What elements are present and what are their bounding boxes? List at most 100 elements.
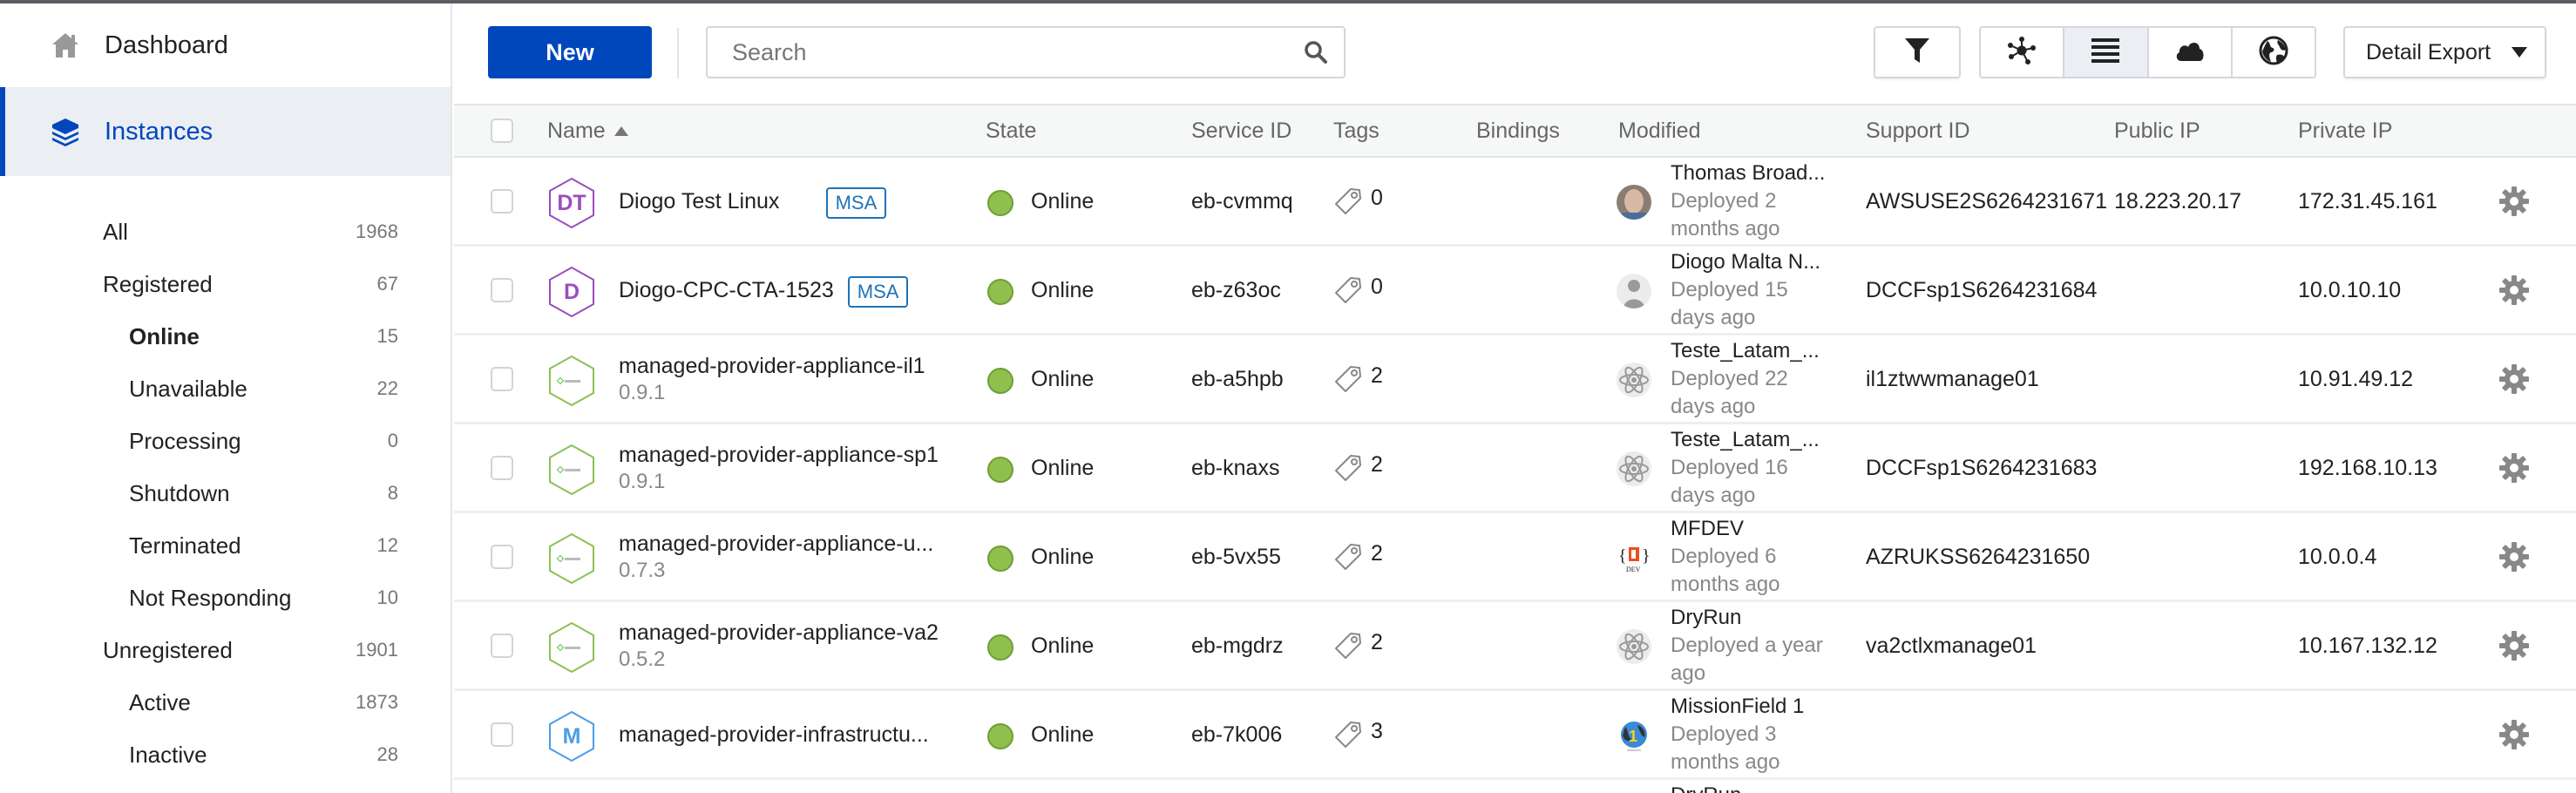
instance-name-link[interactable]: Diogo Test Linux [619,189,779,214]
instance-name-link[interactable]: managed-provider-appliance-sp1 [619,443,939,468]
row-checkbox[interactable] [491,634,513,658]
table-row[interactable]: managed-provider-appliance-il1 0.9.1 Onlin… [454,336,2576,424]
filter-all[interactable]: All 1968 [0,206,451,258]
state-label: Online [1031,277,1095,302]
instance-name-link[interactable]: managed-provider-infrastructu... [619,722,929,748]
row-checkbox[interactable] [491,278,513,302]
instance-name-link[interactable]: managed-provider-appliance-u... [619,532,933,557]
msa-badge: MSA [847,276,909,308]
tag-count[interactable]: 2 [1371,421,1383,508]
modified-by: Teste_Latam_... [1671,428,1820,451]
filter-online[interactable]: Online 15 [0,310,451,363]
column-header-private-ip[interactable]: Private IP [2298,105,2392,156]
tag-icon[interactable] [1333,720,1363,749]
column-header-state[interactable]: State [986,105,1036,156]
column-header-name-label: Name [547,118,606,143]
msa-badge: MSA [825,187,887,219]
provider-logo-icon [547,355,596,407]
modified-when: Deployed a year ago [1671,634,1823,685]
support-id: DCCFsp1S6264231684 [1866,277,2098,302]
row-checkbox[interactable] [491,189,513,214]
filter-unavailable[interactable]: Unavailable 22 [0,363,451,415]
nav-instances[interactable]: Instances [0,87,451,176]
status-online-icon [987,190,1013,216]
table-row[interactable]: Mmanaged-provider-infrastructu... Online e… [454,691,2576,780]
tag-count[interactable]: 2 [1371,599,1383,686]
new-button[interactable]: New [488,26,652,78]
row-checkbox[interactable] [491,367,513,391]
modified-cell: Teste_Latam_... Deployed 16 days ago [1671,424,1836,512]
filter-terminated[interactable]: Terminated 12 [0,519,451,572]
gear-icon[interactable] [2498,630,2530,661]
globe-icon [2259,36,2288,70]
instance-name-cell: managed-provider-appliance-va2 0.5.2 [619,602,939,689]
modified-cell: MissionField 1 Deployed 3 months ago [1671,691,1836,778]
modified-when: Deployed 22 days ago [1671,367,1788,418]
column-header-bindings[interactable]: Bindings [1476,105,1560,156]
filter-processing[interactable]: Processing 0 [0,415,451,467]
filter-registered[interactable]: Registered 67 [0,258,451,310]
column-header-public-ip[interactable]: Public IP [2114,105,2200,156]
table-row[interactable]: DT Diogo Test Linux MSA Online eb-cvmmq 0 Thom… [454,158,2576,247]
tag-icon[interactable] [1333,542,1363,572]
column-header-name[interactable]: Name [547,105,628,156]
column-header-tags[interactable]: Tags [1333,105,1380,156]
globe-view-button[interactable] [2232,28,2315,77]
gear-icon[interactable] [2498,363,2530,395]
tag-count[interactable]: 0 [1371,243,1383,330]
table-row[interactable]: D Diogo-CPC-CTA-1523 MSA Online eb-z63oc 0 Dio… [454,247,2576,336]
tag-icon[interactable] [1333,275,1363,305]
select-all-checkbox[interactable] [491,119,513,143]
instance-name-link[interactable]: managed-provider-appliance-va2 [619,620,939,646]
row-checkbox[interactable] [491,722,513,747]
filter-label: Active [129,688,191,715]
filter-shutdown[interactable]: Shutdown 8 [0,467,451,519]
row-checkbox[interactable] [491,456,513,480]
detail-export-dropdown[interactable]: Detail Export [2343,26,2546,78]
table-row[interactable]: managed-provider-appliance-va2 0.5.2 Onlin… [454,602,2576,691]
column-header-service-id[interactable]: Service ID [1191,105,1291,156]
tag-count[interactable]: 2 [1371,332,1383,419]
private-ip: 10.91.49.12 [2298,366,2414,391]
list-view-button[interactable] [2064,28,2149,77]
instance-name-link[interactable]: Diogo-CPC-CTA-1523 [619,278,834,303]
filter-label: Shutdown [129,479,230,506]
modified-by-avatar: {} DEV [1617,540,1651,575]
table-row-partial[interactable]: DryRun [454,780,2576,793]
table-body: DT Diogo Test Linux MSA Online eb-cvmmq 0 Thom… [454,158,2576,780]
gear-icon[interactable] [2498,274,2530,306]
row-checkbox[interactable] [491,545,513,569]
instance-name-cell: managed-provider-appliance-u... 0.7.3 [619,513,933,600]
tag-count[interactable]: 0 [1371,154,1383,241]
tag-count[interactable]: 2 [1371,510,1383,597]
filter-active[interactable]: Active 1873 [0,676,451,729]
nav-dashboard[interactable]: Dashboard [0,3,451,87]
tag-icon[interactable] [1333,453,1363,483]
gear-icon[interactable] [2498,541,2530,573]
gear-icon[interactable] [2498,719,2530,750]
modified-by-avatar [1617,274,1651,308]
tag-icon[interactable] [1333,364,1363,394]
table-row[interactable]: managed-provider-appliance-sp1 0.9.1 Onlin… [454,424,2576,513]
column-header-modified[interactable]: Modified [1618,105,1701,156]
filter-unregistered[interactable]: Unregistered 1901 [0,624,451,676]
cloud-view-button[interactable] [2148,28,2233,77]
instance-version: 0.5.2 [619,647,666,671]
gear-icon[interactable] [2498,186,2530,217]
tag-count[interactable]: 3 [1371,688,1383,775]
tag-icon[interactable] [1333,186,1363,216]
column-header-support-id[interactable]: Support ID [1866,105,1970,156]
search-icon[interactable] [1304,40,1328,64]
gear-icon[interactable] [2498,452,2530,484]
private-ip: 192.168.10.13 [2298,455,2437,480]
filter-button[interactable] [1874,26,1961,78]
filter-inactive[interactable]: Inactive 28 [0,729,451,781]
svg-text:1: 1 [1629,728,1637,745]
search-input[interactable] [708,28,1344,77]
topology-view-button[interactable] [1981,28,2065,77]
filter-not-responding[interactable]: Not Responding 10 [0,572,451,624]
instance-filters: All 1968 Registered 67 Online 15 Unavailable 22… [0,206,451,781]
tag-icon[interactable] [1333,631,1363,661]
table-row[interactable]: managed-provider-appliance-u... 0.7.3 Onli… [454,513,2576,602]
instance-name-link[interactable]: managed-provider-appliance-il1 [619,354,925,379]
